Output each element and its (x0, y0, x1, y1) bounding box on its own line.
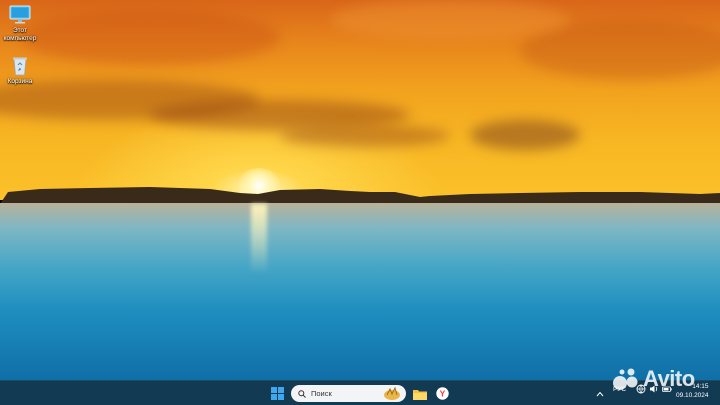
desktop-icon-recycle-bin[interactable]: Корзина (2, 56, 38, 86)
search-placeholder: Поиск (311, 389, 332, 398)
start-button[interactable] (269, 385, 286, 402)
desktop-wallpaper (0, 0, 720, 380)
search-icon (298, 389, 306, 398)
cloud (20, 10, 280, 65)
windows-start-icon (271, 387, 284, 400)
taskbar-yandex-browser[interactable]: Y (433, 385, 451, 402)
desktop-icon-label: Этот компьютер (3, 27, 37, 42)
cloud (330, 0, 570, 40)
avito-watermark: Avito (612, 366, 695, 392)
taskbar-file-explorer[interactable] (411, 385, 429, 402)
sea (0, 203, 720, 380)
chevron-up-icon (596, 391, 604, 396)
avito-logo-icon (613, 368, 638, 390)
desktop-icon-this-pc[interactable]: Этот компьютер (2, 5, 38, 43)
monitor-icon (9, 5, 31, 24)
desktop-icon-label: Корзина (7, 78, 33, 85)
watermark-text: Avito (643, 366, 695, 391)
yandex-browser-icon: Y (435, 387, 449, 400)
taskbar-search-box[interactable]: Поиск (291, 385, 406, 402)
yandex-glyph: Y (439, 389, 445, 399)
search-highlight-icon (384, 386, 400, 400)
cloud (280, 125, 450, 147)
tray-overflow-button[interactable] (594, 385, 606, 402)
folder-icon (413, 389, 427, 400)
recycle-bin-icon (13, 57, 27, 76)
sun-reflection (251, 204, 267, 274)
cloud (470, 120, 580, 150)
clock-date: 09.10.2024 (676, 392, 709, 399)
